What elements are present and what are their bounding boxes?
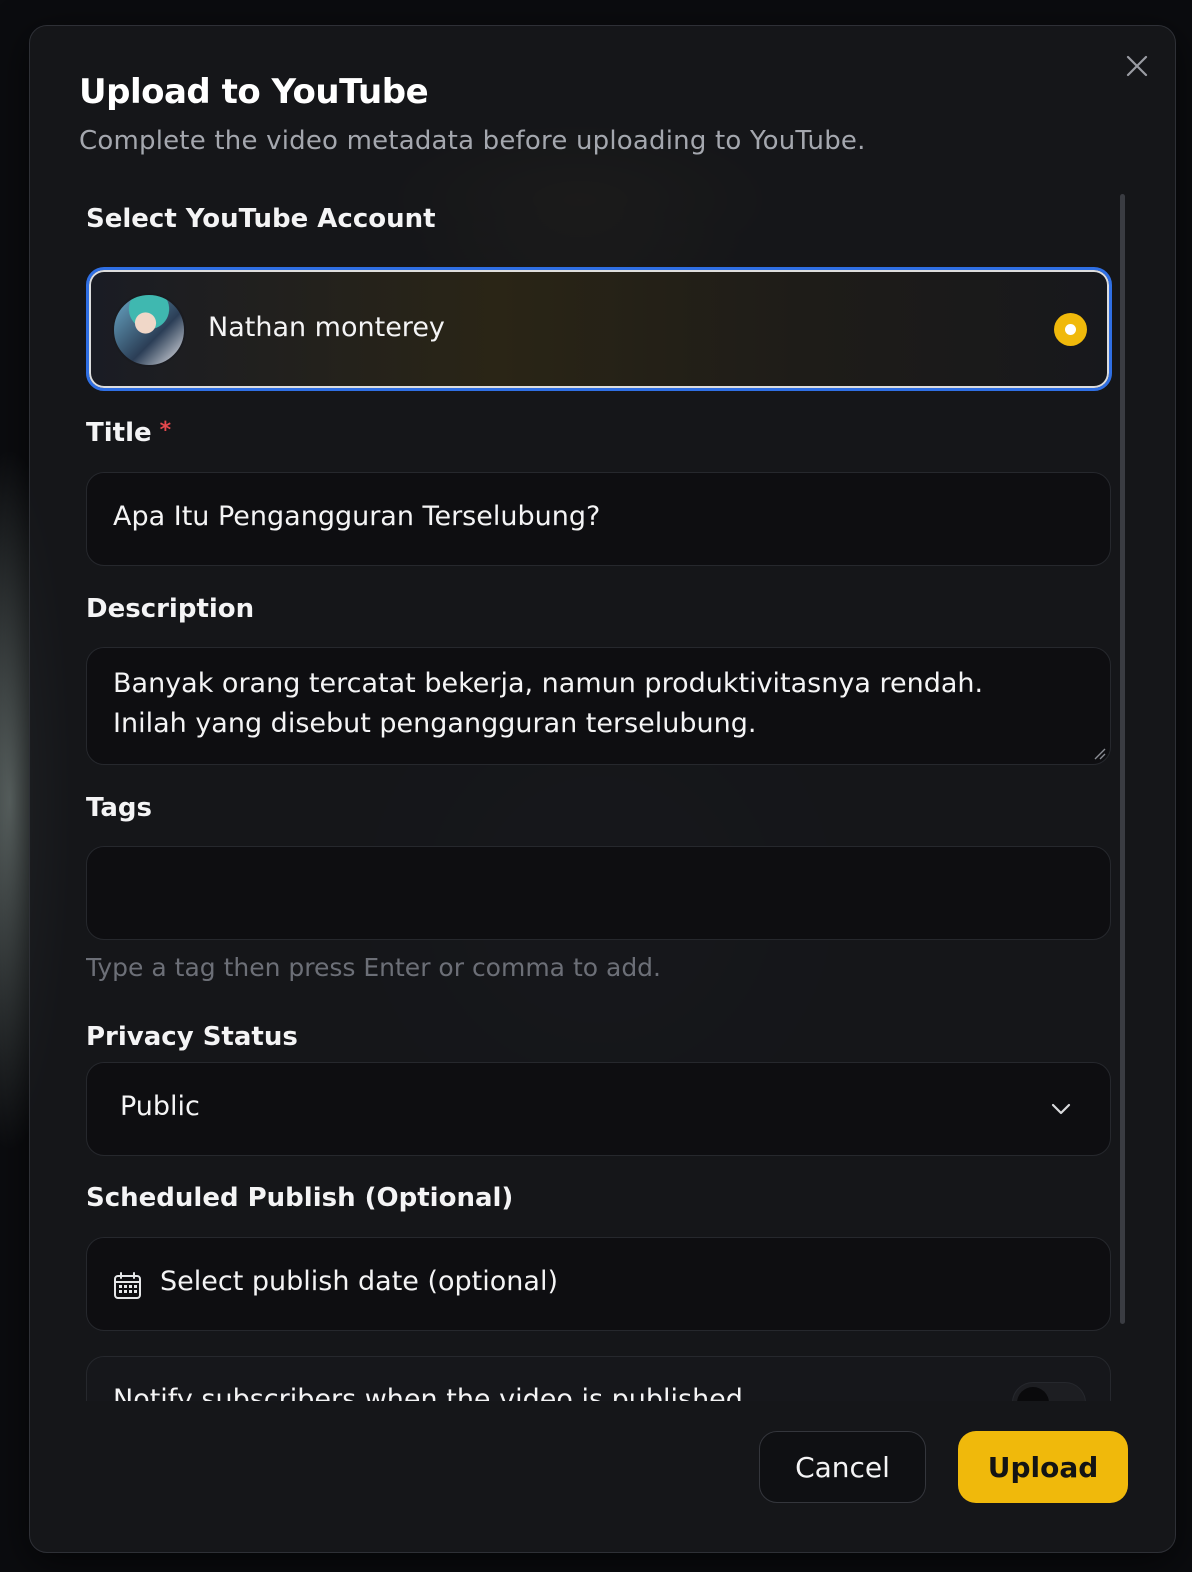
radio-selected-icon: [1054, 313, 1087, 346]
scrollbar[interactable]: [1120, 194, 1125, 1324]
description-line-1: Banyak orang tercatat bekerja, namun pro…: [113, 668, 984, 699]
close-icon: [1126, 55, 1148, 77]
title-input[interactable]: Apa Itu Pengangguran Terselubung?: [86, 472, 1111, 566]
resize-grip-icon[interactable]: [1092, 746, 1106, 760]
notify-row: Notify subscribers when the video is pub…: [86, 1356, 1111, 1401]
required-mark: *: [159, 418, 172, 443]
schedule-label: Scheduled Publish (Optional): [86, 1183, 514, 1213]
description-value: Banyak orang tercatat bekerja, namun pro…: [113, 664, 1090, 744]
avatar: [112, 293, 186, 367]
title-label: Title *: [86, 418, 171, 448]
account-name: Nathan monterey: [208, 312, 445, 343]
privacy-label: Privacy Status: [86, 1022, 298, 1052]
dialog-subtitle: Complete the video metadata before uploa…: [79, 126, 866, 156]
close-button[interactable]: [1124, 53, 1150, 79]
privacy-value: Public: [120, 1091, 200, 1122]
description-label: Description: [86, 594, 255, 624]
dialog-title: Upload to YouTube: [79, 72, 429, 112]
calendar-icon: [114, 1272, 141, 1299]
tags-hint: Type a tag then press Enter or comma to …: [86, 953, 661, 982]
account-option[interactable]: Nathan monterey: [86, 267, 1112, 391]
tags-input[interactable]: [86, 846, 1111, 940]
upload-dialog: Upload to YouTube Complete the video met…: [29, 25, 1176, 1553]
title-label-text: Title: [86, 418, 152, 448]
description-textarea[interactable]: Banyak orang tercatat bekerja, namun pro…: [86, 647, 1111, 765]
toggle-knob: [1017, 1387, 1049, 1401]
chevron-down-icon: [1051, 1103, 1071, 1115]
notify-label: Notify subscribers when the video is pub…: [113, 1384, 743, 1401]
cancel-button[interactable]: Cancel: [759, 1431, 926, 1503]
notify-toggle[interactable]: [1012, 1382, 1086, 1401]
form-scroll-area: Select YouTube Account Nathan monterey T…: [86, 196, 1116, 1401]
publish-date-picker[interactable]: Select publish date (optional): [86, 1237, 1111, 1331]
publish-date-placeholder: Select publish date (optional): [160, 1266, 558, 1297]
account-label: Select YouTube Account: [86, 204, 436, 234]
title-value: Apa Itu Pengangguran Terselubung?: [113, 501, 601, 532]
privacy-select[interactable]: Public: [86, 1062, 1111, 1156]
description-line-2: Inilah yang disebut pengangguran terselu…: [113, 708, 757, 739]
tags-label: Tags: [86, 793, 153, 823]
upload-button[interactable]: Upload: [958, 1431, 1128, 1503]
